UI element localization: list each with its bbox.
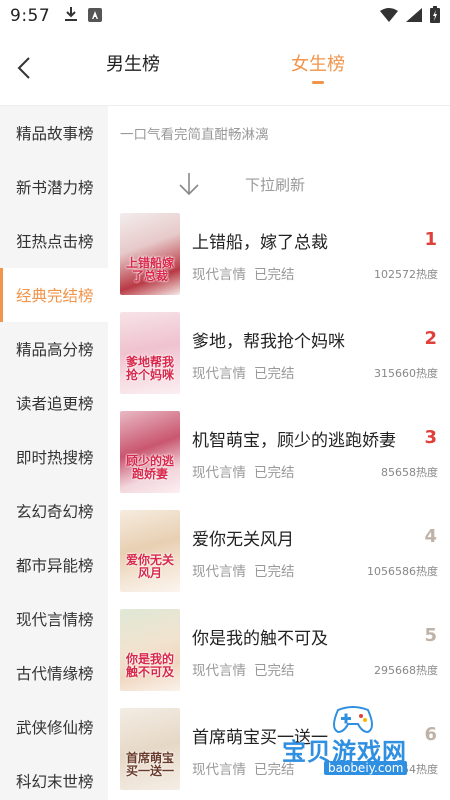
sidebar-item-reader-following[interactable]: 读者追更榜	[0, 376, 108, 430]
sidebar-item-label: 现代言情榜	[16, 611, 94, 629]
sidebar-item-label: 武侠修仙榜	[16, 719, 94, 737]
book-meta: 现代言情 已完结	[192, 461, 303, 481]
pull-refresh-text: 下拉刷新	[245, 176, 306, 194]
book-title: 上错船，嫁了总裁	[192, 233, 328, 253]
sidebar-item-label: 新书潜力榜	[16, 179, 94, 197]
sidebar-item-label: 精品高分榜	[16, 341, 94, 359]
book-cover: 爱你无关风月	[120, 510, 180, 592]
sidebar-item-label: 经典完结榜	[16, 287, 94, 305]
status-time: 9:57	[10, 6, 51, 26]
book-genre: 现代言情	[192, 267, 246, 283]
rank-number: 6	[424, 724, 437, 745]
tab-female-ranking[interactable]: 女生榜	[291, 50, 345, 76]
book-cover: 爹地帮我抢个妈咪	[120, 312, 180, 394]
sidebar-item-hot-clicks[interactable]: 狂热点击榜	[0, 214, 108, 268]
status-bar: 9:57	[0, 0, 450, 32]
book-genre: 现代言情	[192, 762, 246, 778]
sidebar-item-fantasy[interactable]: 玄幻奇幻榜	[0, 484, 108, 538]
sidebar-item-ancient-romance[interactable]: 古代情缘榜	[0, 646, 108, 700]
book-status: 已完结	[254, 663, 295, 679]
rank-number: 4	[424, 526, 437, 547]
signal-icon	[406, 7, 422, 26]
book-genre: 现代言情	[192, 663, 246, 679]
ranking-sidebar: 精品故事榜 新书潜力榜 狂热点击榜 经典完结榜 精品高分榜 读者追更榜 即时热搜…	[0, 106, 108, 800]
book-meta: 现代言情 已完结	[192, 659, 303, 679]
sidebar-item-label: 狂热点击榜	[16, 233, 94, 251]
book-meta: 现代言情 已完结	[192, 362, 303, 382]
sidebar-item-label: 都市异能榜	[16, 557, 94, 575]
book-meta: 现代言情 已完结	[192, 560, 303, 580]
sidebar-item-modern-romance[interactable]: 现代言情榜	[0, 592, 108, 646]
sidebar-item-label: 科幻末世榜	[16, 773, 94, 791]
sidebar-item-label: 玄幻奇幻榜	[16, 503, 94, 521]
book-title: 你是我的触不可及	[192, 629, 328, 649]
rank-number: 3	[424, 427, 437, 448]
header: 男生榜 女生榜	[0, 32, 450, 106]
sidebar-item-high-score[interactable]: 精品高分榜	[0, 322, 108, 376]
book-status: 已完结	[254, 762, 295, 778]
book-meta: 现代言情 已完结	[192, 263, 303, 283]
battery-icon	[430, 5, 440, 27]
sidebar-item-classic-completed[interactable]: 经典完结榜	[0, 268, 108, 322]
sidebar-item-label: 精品故事榜	[16, 125, 94, 143]
book-status: 已完结	[254, 267, 295, 283]
app-notification-icon	[88, 7, 103, 26]
book-title: 爱你无关风月	[192, 530, 294, 550]
heat-count: 1056586热度	[367, 565, 438, 578]
sidebar-item-label: 即时热搜榜	[16, 449, 94, 467]
sidebar-item-featured-stories[interactable]: 精品故事榜	[0, 106, 108, 160]
book-cover: 顾少的逃跑娇妻	[120, 411, 180, 493]
chevron-left-icon	[17, 57, 30, 79]
book-item[interactable]: 上错船嫁了总裁 上错船，嫁了总裁 现代言情 已完结 1 102572热度	[108, 213, 450, 312]
ranking-description: 一口气看完简直酣畅淋漓	[120, 127, 269, 143]
rank-number: 2	[424, 328, 437, 349]
book-title: 首席萌宝买一送一	[192, 728, 328, 748]
book-item[interactable]: 爱你无关风月 爱你无关风月 现代言情 已完结 4 1056586热度	[108, 510, 450, 609]
book-genre: 现代言情	[192, 564, 246, 580]
arrow-down-icon	[179, 173, 199, 196]
book-title: 机智萌宝，顾少的逃跑娇妻	[192, 431, 396, 451]
cover-title: 顾少的逃跑娇妻	[125, 454, 174, 481]
sidebar-item-trending-search[interactable]: 即时热搜榜	[0, 430, 108, 484]
cover-title: 你是我的触不可及	[125, 652, 174, 679]
sidebar-item-label: 读者追更榜	[16, 395, 94, 413]
book-cover: 上错船嫁了总裁	[120, 213, 180, 295]
pull-refresh-indicator: 下拉刷新	[108, 170, 450, 200]
heat-count: 85658热度	[381, 466, 438, 479]
sidebar-item-wuxia[interactable]: 武侠修仙榜	[0, 700, 108, 754]
wifi-icon	[380, 7, 398, 26]
cover-title: 上错船嫁了总裁	[125, 256, 174, 283]
book-cover: 首席萌宝买一送一	[120, 708, 180, 790]
heat-count: 295668热度	[374, 664, 438, 677]
book-item[interactable]: 首席萌宝买一送一 首席萌宝买一送一 现代言情 已完结 6 5654热度	[108, 708, 450, 800]
cover-title: 爹地帮我抢个妈咪	[125, 355, 174, 382]
sidebar-item-urban[interactable]: 都市异能榜	[0, 538, 108, 592]
sidebar-item-label: 古代情缘榜	[16, 665, 94, 683]
book-item[interactable]: 顾少的逃跑娇妻 机智萌宝，顾少的逃跑娇妻 现代言情 已完结 3 85658热度	[108, 411, 450, 510]
book-status: 已完结	[254, 366, 295, 382]
tab-indicator	[312, 81, 324, 84]
cover-title: 爱你无关风月	[125, 553, 174, 580]
book-genre: 现代言情	[192, 366, 246, 382]
rank-number: 5	[424, 625, 437, 646]
book-status: 已完结	[254, 564, 295, 580]
book-genre: 现代言情	[192, 465, 246, 481]
book-title: 爹地，帮我抢个妈咪	[192, 332, 345, 352]
sidebar-item-new-potential[interactable]: 新书潜力榜	[0, 160, 108, 214]
book-status: 已完结	[254, 465, 295, 481]
heat-count: 315660热度	[374, 367, 438, 380]
sidebar-item-scifi[interactable]: 科幻末世榜	[0, 754, 108, 800]
book-meta: 现代言情 已完结	[192, 758, 303, 778]
heat-count: 5654热度	[388, 763, 438, 776]
cover-title: 首席萌宝买一送一	[125, 751, 174, 778]
heat-count: 102572热度	[374, 268, 438, 281]
download-icon	[64, 6, 78, 26]
book-cover: 你是我的触不可及	[120, 609, 180, 691]
book-item[interactable]: 爹地帮我抢个妈咪 爹地，帮我抢个妈咪 现代言情 已完结 2 315660热度	[108, 312, 450, 411]
tab-male-ranking[interactable]: 男生榜	[106, 50, 160, 76]
rank-number: 1	[424, 229, 437, 250]
book-list-panel[interactable]: 一口气看完简直酣畅淋漓 下拉刷新 上错船嫁了总裁 上错船，嫁了总裁 现代言情 已完…	[108, 106, 450, 800]
back-button[interactable]	[8, 50, 40, 86]
book-item[interactable]: 你是我的触不可及 你是我的触不可及 现代言情 已完结 5 295668热度	[108, 609, 450, 708]
